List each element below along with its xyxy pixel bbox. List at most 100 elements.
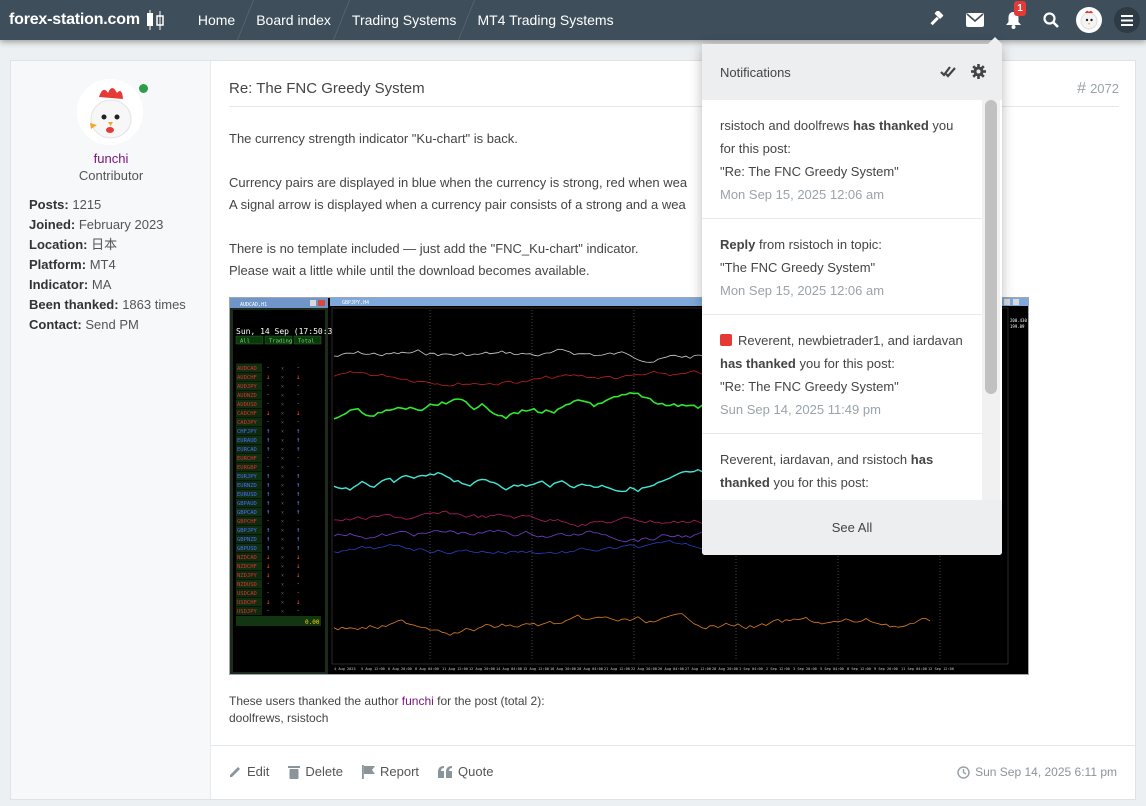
site-logo[interactable]: forex-station.com — [9, 9, 166, 31]
pair-label: AUDJPY — [237, 384, 258, 390]
report-button[interactable]: Report — [361, 764, 419, 779]
x-tick-label: 20 Aug 04:00 — [577, 667, 603, 671]
brand-name: forex-station.com — [9, 11, 140, 28]
pair-label: AUDNZD — [237, 393, 257, 399]
thanked-users[interactable]: doolfrews, rsistoch — [229, 710, 545, 727]
price-label: 199.89 — [1010, 324, 1025, 329]
envelope-icon — [966, 13, 984, 27]
svg-text:↓: ↓ — [266, 553, 270, 561]
svg-text:·: · — [266, 364, 270, 372]
pair-label: NZDUSD — [237, 582, 257, 588]
svg-text:×: × — [281, 384, 284, 390]
price-label: 200.430 — [1010, 318, 1027, 323]
svg-text:·: · — [296, 589, 300, 597]
svg-text:·: · — [266, 382, 270, 390]
thanks-author-link[interactable]: funchi — [402, 694, 434, 708]
breadcrumb-mt4-trading-systems[interactable]: MT4 Trading Systems — [467, 0, 623, 40]
x-tick-label: 9 Sep 20:00 — [874, 667, 898, 671]
notification-item[interactable]: Reverent, newbietrader1, and iardavan ha… — [702, 315, 982, 434]
profile-field-location: Location: 日本 — [29, 237, 118, 252]
moderator-button[interactable] — [918, 0, 956, 40]
svg-text:↑: ↑ — [296, 535, 300, 543]
pair-label: GBPAUD — [237, 501, 257, 507]
notification-item[interactable]: Reverent, iardavan, and rsistoch has tha… — [702, 434, 982, 500]
notification-count-badge: 1 — [1014, 1, 1026, 16]
svg-text:×: × — [281, 420, 284, 426]
svg-text:↓: ↓ — [296, 598, 300, 606]
quote-icon — [438, 765, 453, 778]
x-tick-label: 14 Aug 04:00 — [496, 667, 522, 671]
messages-button[interactable] — [956, 0, 994, 40]
post-title[interactable]: Re: The FNC Greedy System — [229, 80, 425, 97]
svg-text:·: · — [296, 463, 300, 471]
gear-icon[interactable] — [971, 64, 986, 79]
svg-text:×: × — [281, 438, 284, 444]
unread-marker-icon — [720, 334, 732, 346]
breadcrumb-trading-systems[interactable]: Trading Systems — [342, 0, 467, 40]
pair-label: USDJPY — [237, 609, 258, 615]
svg-text:×: × — [281, 483, 284, 489]
breadcrumb-home[interactable]: Home — [188, 0, 245, 40]
search-button[interactable] — [1032, 0, 1070, 40]
edit-button[interactable]: Edit — [229, 764, 269, 779]
pair-label: EURCHF — [237, 456, 257, 462]
notification-time: Mon Sep 15, 2025 12:06 am — [720, 187, 885, 202]
svg-text:↓: ↓ — [266, 598, 270, 606]
notification-time: Mon Sep 15, 2025 12:06 am — [720, 283, 885, 298]
post-number[interactable]: #2072 — [1077, 80, 1119, 98]
svg-text:↑: ↑ — [266, 472, 270, 480]
see-all-button[interactable]: See All — [702, 500, 1002, 555]
delete-button[interactable]: Delete — [288, 764, 343, 779]
svg-text:·: · — [266, 454, 270, 462]
notification-item[interactable]: Reply from rsistoch in topic: "The FNC G… — [702, 219, 982, 315]
right-window-title: GBPJPY,H4 — [342, 300, 369, 306]
svg-text:↑: ↑ — [296, 508, 300, 516]
x-tick-label: 2 Sep 12:00 — [766, 667, 790, 671]
scrollbar-thumb[interactable] — [985, 100, 997, 394]
svg-text:↑: ↑ — [266, 508, 270, 516]
x-tick-label: 26 Aug 04:00 — [658, 667, 684, 671]
svg-text:↓: ↓ — [296, 571, 300, 579]
x-tick-label: 18 Aug 20:00 — [550, 667, 576, 671]
x-tick-label: 15 Aug 12:00 — [523, 667, 549, 671]
main-menu-button[interactable] — [1108, 0, 1146, 40]
notification-item[interactable]: rsistoch and doolfrews has thanked you f… — [702, 100, 982, 219]
svg-text:×: × — [281, 447, 284, 453]
quote-button[interactable]: Quote — [438, 764, 493, 779]
profile-field-joined: Joined: February 2023 — [29, 217, 164, 232]
x-tick-label: 12 Sep 12:00 — [928, 667, 954, 671]
profile-field-thanked: Been thanked: 1863 times — [29, 297, 186, 312]
mark-all-read-icon[interactable] — [940, 64, 957, 79]
user-avatar-button[interactable] — [1070, 0, 1108, 40]
svg-text:↑: ↑ — [266, 436, 270, 444]
x-tick-label: 21 Aug 12:00 — [604, 667, 630, 671]
breadcrumb-board-index[interactable]: Board index — [246, 0, 341, 40]
x-tick-label: 27 Aug 12:00 — [685, 667, 711, 671]
pair-label: CADJPY — [237, 420, 258, 426]
svg-text:↓: ↓ — [266, 409, 270, 417]
svg-text:·: · — [296, 391, 300, 399]
send-pm-link[interactable]: Send PM — [85, 317, 138, 332]
notifications-button[interactable]: 1 — [994, 0, 1032, 40]
author-avatar[interactable] — [77, 79, 143, 145]
author-details: Posts: 1215 Joined: February 2023 Locati… — [29, 195, 186, 335]
svg-text:·: · — [296, 364, 300, 372]
post-timestamp: Sun Sep 14, 2025 6:11 pm — [957, 765, 1117, 779]
author-username[interactable]: funchi — [11, 151, 211, 166]
x-tick-label: 28 Aug 20:00 — [712, 667, 738, 671]
svg-text:↓: ↓ — [296, 562, 300, 570]
pair-label: EURUSD — [237, 492, 257, 498]
svg-text:·: · — [266, 517, 270, 525]
svg-text:↓: ↓ — [266, 562, 270, 570]
x-tick-label: 6 Aug 20:00 — [388, 667, 412, 671]
svg-text:·: · — [296, 400, 300, 408]
pair-label: EURGBP — [237, 465, 258, 471]
svg-text:↑: ↑ — [266, 445, 270, 453]
svg-text:·: · — [266, 400, 270, 408]
notifications-scrollbar[interactable] — [982, 100, 1000, 500]
pair-label: GBPUSD — [237, 546, 257, 552]
hash-icon: # — [1077, 80, 1087, 97]
svg-text:×: × — [281, 510, 284, 516]
svg-text:×: × — [281, 465, 284, 471]
svg-text:×: × — [281, 609, 284, 615]
